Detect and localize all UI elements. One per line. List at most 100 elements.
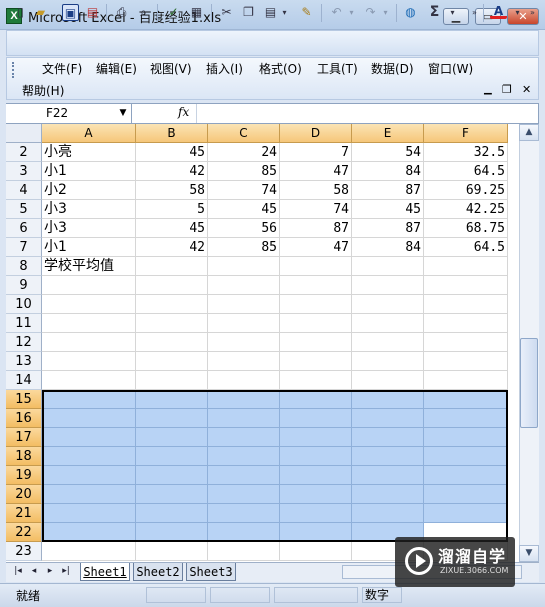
autosum-icon[interactable]: Σ <box>426 4 443 21</box>
cell-c9[interactable] <box>208 276 280 295</box>
row-header[interactable]: 8 <box>6 257 42 276</box>
cell-f13[interactable] <box>424 352 508 371</box>
menu-window[interactable]: 窗口(W) <box>428 60 473 78</box>
row-header[interactable]: 17 <box>6 428 42 447</box>
cell-f15[interactable] <box>424 390 508 409</box>
vertical-scroll-thumb[interactable] <box>520 338 538 428</box>
last-sheet-icon[interactable]: ▸| <box>60 564 72 579</box>
cell-a2[interactable]: 小亮 <box>42 143 136 162</box>
cell-a13[interactable] <box>42 352 136 371</box>
minimize-workbook-icon[interactable]: ▁ <box>484 84 492 95</box>
cell-d13[interactable] <box>280 352 352 371</box>
cell-d20[interactable] <box>280 485 352 504</box>
undo-dropdown-icon[interactable]: ▾ <box>343 4 360 21</box>
cell-b17[interactable] <box>136 428 208 447</box>
menu-help[interactable]: 帮助(H) <box>22 82 64 100</box>
cell-b14[interactable] <box>136 371 208 390</box>
open-icon[interactable]: ▰ <box>32 4 49 21</box>
cell-b20[interactable] <box>136 485 208 504</box>
cell-a18[interactable] <box>42 447 136 466</box>
menu-data[interactable]: 数据(D) <box>371 60 414 78</box>
cell-c18[interactable] <box>208 447 280 466</box>
cell-b5[interactable]: 5 <box>136 200 208 219</box>
cell-d21[interactable] <box>280 504 352 523</box>
cell-d4[interactable]: 58 <box>280 181 352 200</box>
cell-c15[interactable] <box>208 390 280 409</box>
cell-f3[interactable]: 64.5 <box>424 162 508 181</box>
sheet-tab-sheet3[interactable]: Sheet3 <box>186 563 236 581</box>
scroll-up-icon[interactable]: ▲ <box>519 124 539 141</box>
spelling-icon[interactable]: ✓ <box>165 4 182 21</box>
close-workbook-icon[interactable]: ✕ <box>522 83 531 96</box>
cell-e15[interactable] <box>352 390 424 409</box>
format-painter-icon[interactable]: ✎ <box>298 4 315 21</box>
column-header-a[interactable]: A <box>42 124 136 143</box>
copy-icon[interactable]: ❐ <box>240 4 257 21</box>
cell-a9[interactable] <box>42 276 136 295</box>
row-header[interactable]: 13 <box>6 352 42 371</box>
cell-c13[interactable] <box>208 352 280 371</box>
cell-a14[interactable] <box>42 371 136 390</box>
cell-a15[interactable] <box>42 390 136 409</box>
cell-b23[interactable] <box>136 542 208 561</box>
menu-tools[interactable]: 工具(T) <box>317 60 358 78</box>
cell-a11[interactable] <box>42 314 136 333</box>
cell-e20[interactable] <box>352 485 424 504</box>
cell-f16[interactable] <box>424 409 508 428</box>
row-header[interactable]: 10 <box>6 295 42 314</box>
cell-a19[interactable] <box>42 466 136 485</box>
cell-c8[interactable] <box>208 257 280 276</box>
research-icon[interactable]: ▦ <box>188 4 205 21</box>
cell-e16[interactable] <box>352 409 424 428</box>
cell-d8[interactable] <box>280 257 352 276</box>
paste-dropdown-icon[interactable]: ▾ <box>276 4 293 21</box>
cell-a23[interactable] <box>42 542 136 561</box>
autosum-dropdown-icon[interactable]: ▾ <box>444 4 461 21</box>
row-header[interactable]: 2 <box>6 143 42 162</box>
toolbar-overflow-icon[interactable]: » <box>524 4 541 21</box>
cell-b13[interactable] <box>136 352 208 371</box>
cell-d19[interactable] <box>280 466 352 485</box>
name-box[interactable]: F22 <box>6 104 132 123</box>
cell-e12[interactable] <box>352 333 424 352</box>
sheet-tab-sheet2[interactable]: Sheet2 <box>133 563 183 581</box>
cell-d2[interactable]: 7 <box>280 143 352 162</box>
cell-b22[interactable] <box>136 523 208 542</box>
cell-c20[interactable] <box>208 485 280 504</box>
cell-f9[interactable] <box>424 276 508 295</box>
menu-grip-handle[interactable] <box>12 62 15 78</box>
cell-d14[interactable] <box>280 371 352 390</box>
name-box-dropdown-icon[interactable]: ▼ <box>118 106 128 120</box>
cell-c19[interactable] <box>208 466 280 485</box>
cell-f17[interactable] <box>424 428 508 447</box>
cell-e4[interactable]: 87 <box>352 181 424 200</box>
cell-b18[interactable] <box>136 447 208 466</box>
cell-f10[interactable] <box>424 295 508 314</box>
cell-e18[interactable] <box>352 447 424 466</box>
cell-f8[interactable] <box>424 257 508 276</box>
cell-e8[interactable] <box>352 257 424 276</box>
select-all-corner[interactable] <box>6 124 42 143</box>
cell-f2[interactable]: 32.5 <box>424 143 508 162</box>
cell-e3[interactable]: 84 <box>352 162 424 181</box>
first-sheet-icon[interactable]: |◂ <box>12 564 24 579</box>
cell-a8[interactable]: 学校平均值 <box>42 257 136 276</box>
row-header[interactable]: 6 <box>6 219 42 238</box>
worksheet-grid[interactable]: A B C D E F 2 小亮 45 24 7 54 32.5 3 小1 42 85 47 84 64.5 4 小2 58… <box>6 124 519 562</box>
cell-d9[interactable] <box>280 276 352 295</box>
cell-e9[interactable] <box>352 276 424 295</box>
cell-b16[interactable] <box>136 409 208 428</box>
column-header-f[interactable]: F <box>424 124 508 143</box>
menu-format[interactable]: 格式(O) <box>259 60 302 78</box>
cell-b4[interactable]: 58 <box>136 181 208 200</box>
toolbar-options-icon[interactable]: » <box>466 4 483 21</box>
print-preview-icon[interactable]: ⌕ <box>135 4 152 21</box>
cell-b3[interactable]: 42 <box>136 162 208 181</box>
cell-f19[interactable] <box>424 466 508 485</box>
menu-file[interactable]: 文件(F) <box>42 60 82 78</box>
cell-a4[interactable]: 小2 <box>42 181 136 200</box>
cell-c17[interactable] <box>208 428 280 447</box>
cell-d5[interactable]: 74 <box>280 200 352 219</box>
cell-f21[interactable] <box>424 504 508 523</box>
row-header[interactable]: 16 <box>6 409 42 428</box>
